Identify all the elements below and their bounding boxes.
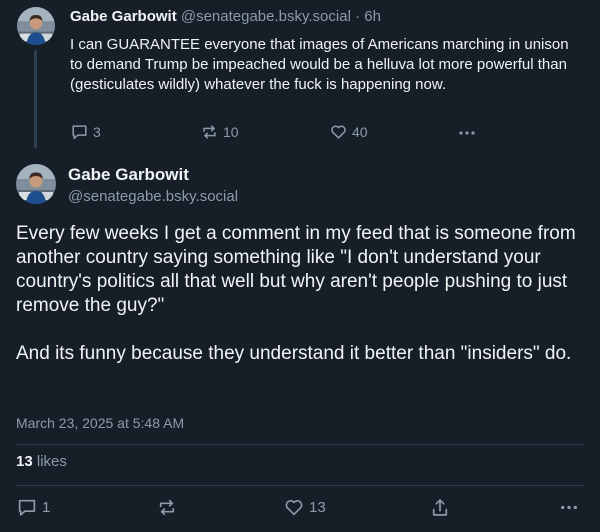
author-handle[interactable]: @senategabe.bsky.social	[68, 188, 238, 205]
like-button[interactable]: 13	[283, 497, 326, 518]
like-count: 40	[352, 124, 368, 140]
separator: ·	[355, 8, 361, 25]
like-button[interactable]: 40	[329, 123, 368, 141]
avatar[interactable]	[17, 7, 55, 45]
repost-icon	[200, 123, 219, 141]
divider	[16, 444, 584, 445]
main-post: Gabe Garbowit @senategabe.bsky.social Ev…	[0, 156, 600, 532]
post-time[interactable]: 6h	[364, 8, 381, 25]
post-text: I can GUARANTEE everyone that images of …	[70, 36, 569, 93]
post-actions: 3 10 40	[70, 123, 490, 143]
divider	[16, 485, 584, 486]
likes-label: likes	[36, 453, 67, 470]
avatar[interactable]	[16, 164, 56, 204]
author-handle[interactable]: @senategabe.bsky.social	[181, 8, 351, 25]
more-icon	[558, 497, 580, 518]
post-text: Every few weeks I get a comment in my fe…	[16, 222, 586, 366]
repost-button[interactable]	[156, 497, 178, 518]
more-button[interactable]	[558, 497, 580, 518]
post-timestamp: March 23, 2025 at 5:48 AM	[16, 415, 185, 431]
reply-count: 1	[42, 499, 51, 516]
parent-post[interactable]: Gabe Garbowit @senategabe.bsky.social · …	[0, 0, 600, 156]
reply-button[interactable]: 1	[16, 497, 50, 518]
likes-link[interactable]: 13 likes	[16, 453, 67, 470]
likes-count: 13	[16, 453, 33, 470]
more-button[interactable]	[457, 123, 477, 141]
reply-icon	[16, 497, 38, 518]
post-actions: 1 13	[16, 497, 586, 519]
post-paragraph: And its funny because they understand it…	[16, 343, 572, 364]
share-button[interactable]	[429, 497, 451, 518]
post-paragraph: Every few weeks I get a comment in my fe…	[16, 223, 576, 316]
repost-icon	[156, 497, 178, 518]
reply-button[interactable]: 3	[70, 123, 101, 141]
post-thread-view: Gabe Garbowit @senategabe.bsky.social · …	[0, 0, 600, 532]
reply-count: 3	[93, 124, 101, 140]
heart-icon	[329, 123, 348, 141]
heart-icon	[283, 497, 305, 518]
repost-button[interactable]: 10	[200, 123, 239, 141]
more-icon	[457, 123, 477, 141]
reply-icon	[70, 123, 89, 141]
like-count: 13	[309, 499, 326, 516]
author-name[interactable]: Gabe Garbowit	[70, 8, 177, 25]
repost-count: 10	[223, 124, 239, 140]
thread-line	[34, 50, 37, 148]
post-header: Gabe Garbowit @senategabe.bsky.social · …	[70, 8, 381, 25]
share-icon	[429, 497, 451, 518]
author-name[interactable]: Gabe Garbowit	[68, 165, 189, 185]
